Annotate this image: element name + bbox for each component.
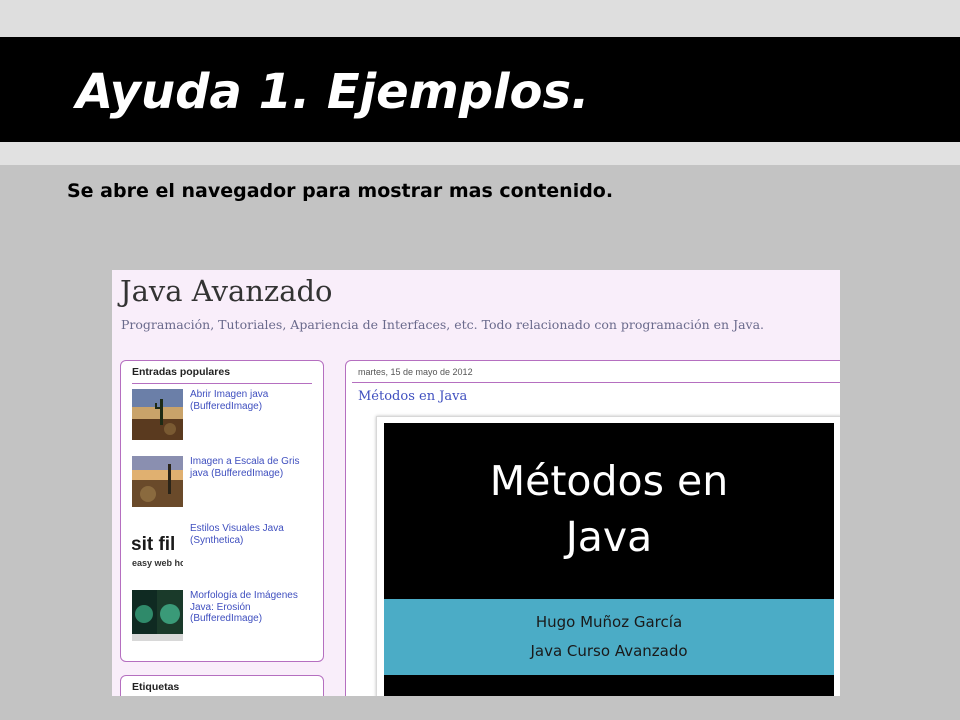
landscape-cactus-thumb[interactable] — [132, 389, 183, 440]
popular-post-item[interactable]: sit fil easy web ho Estilos Visuales Jav… — [132, 523, 317, 579]
slide-title: Ayuda 1. Ejemplos. — [76, 64, 590, 120]
widget-divider — [132, 383, 312, 384]
embedded-slide-course: Java Curso Avanzado — [530, 642, 688, 660]
embedded-slide-title-line1: Métodos en — [489, 457, 729, 505]
popular-post-item[interactable]: Abrir Imagen java (BufferedImage) — [132, 389, 317, 445]
title-underline-strip — [0, 142, 960, 165]
browser-screenshot: Java Avanzado Programación, Tutoriales, … — [112, 270, 840, 696]
post-date: martes, 15 de mayo de 2012 — [358, 367, 473, 377]
tags-heading: Etiquetas — [132, 681, 180, 693]
blog-description: Programación, Tutoriales, Apariencia de … — [121, 317, 765, 332]
embedded-slide-title-line2: Java — [565, 513, 653, 561]
embedded-slide-title: Métodos en Java — [384, 453, 834, 565]
popular-post-link[interactable]: Imagen a Escala de Gris java (BufferedIm… — [190, 456, 315, 479]
post-divider — [352, 382, 840, 383]
website-logo-thumb[interactable]: sit fil easy web ho — [132, 523, 183, 574]
popular-post-link[interactable]: Abrir Imagen java (BufferedImage) — [190, 389, 315, 412]
svg-text:easy web ho: easy web ho — [132, 558, 183, 568]
slide-subtitle: Se abre el navegador para mostrar mas co… — [67, 180, 614, 202]
popular-post-link[interactable]: Estilos Visuales Java (Synthetica) — [190, 523, 315, 546]
popular-post-item[interactable]: Morfología de Imágenes Java: Erosión (Bu… — [132, 590, 317, 646]
tags-widget: Etiquetas — [120, 675, 324, 696]
popular-posts-widget: Entradas populares Abrir Imagen java (Bu… — [120, 360, 324, 662]
top-strip — [0, 0, 960, 37]
embedded-slide-band: Hugo Muñoz García Java Curso Avanzado — [384, 599, 834, 675]
post-title-link[interactable]: Métodos en Java — [358, 389, 467, 404]
svg-text:sit fil: sit fil — [132, 534, 175, 555]
landscape-sunset-thumb[interactable] — [132, 456, 183, 507]
popular-post-link[interactable]: Morfología de Imágenes Java: Erosión (Bu… — [190, 590, 315, 625]
morphology-thumb[interactable] — [132, 590, 183, 641]
embedded-slide-author: Hugo Muñoz García — [535, 613, 683, 631]
popular-posts-heading: Entradas populares — [132, 366, 231, 378]
embedded-slide: Métodos en Java Hugo Muñoz García Java C… — [384, 423, 834, 696]
blog-title[interactable]: Java Avanzado — [120, 274, 333, 308]
popular-post-item[interactable]: Imagen a Escala de Gris java (BufferedIm… — [132, 456, 317, 512]
embedded-presentation[interactable]: Métodos en Java Hugo Muñoz García Java C… — [376, 416, 840, 696]
